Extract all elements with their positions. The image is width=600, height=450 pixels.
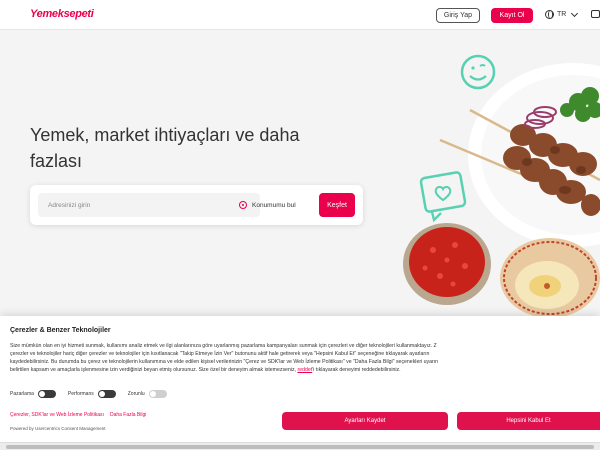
cookie-line-4: belirtilen kapsam ve amaçlarla işlenmesi…: [10, 366, 600, 374]
toggle-marketing[interactable]: Pazarlama: [10, 390, 56, 398]
locate-me-button[interactable]: Konumumu bul: [239, 201, 296, 209]
reddet-link[interactable]: reddet: [297, 367, 312, 373]
food-illustration: [403, 54, 600, 318]
chevron-down-icon: [571, 9, 579, 17]
cookie-title: Çerezler & Benzer Teknolojiler: [10, 327, 111, 334]
address-input[interactable]: [38, 193, 260, 217]
top-navigation-bar: Yemeksepeti Giriş Yap Kayıt Ol TR: [0, 0, 600, 30]
globe-icon: [545, 10, 554, 19]
save-settings-button[interactable]: Ayarları Kaydet: [282, 412, 448, 430]
scrollbar-thumb[interactable]: [6, 445, 594, 449]
location-target-icon: [239, 201, 247, 209]
language-selector[interactable]: TR: [545, 9, 579, 19]
language-label: TR: [557, 11, 567, 18]
discover-button[interactable]: Keşfet: [319, 193, 355, 217]
yemeksepeti-logo[interactable]: Yemeksepeti: [30, 8, 94, 20]
address-search-card: Konumumu bul Keşfet: [30, 185, 363, 225]
cookie-line-4-tail: 'i tıklayarak deneyimi reddedebilirsiniz…: [312, 367, 401, 373]
toggle-required: Zorunlu: [128, 390, 167, 398]
heart-chat-icon: [419, 171, 467, 223]
marketing-switch[interactable]: [37, 390, 56, 398]
smiley-icon: [460, 54, 496, 90]
cart-icon[interactable]: [591, 10, 600, 18]
policy-link[interactable]: Çerezler, SDK'lar ve Web İzleme Politika…: [10, 412, 104, 418]
performance-switch[interactable]: [97, 390, 116, 398]
signup-button[interactable]: Kayıt Ol: [491, 8, 533, 23]
toggle-performance[interactable]: Performans: [68, 390, 116, 398]
login-button[interactable]: Giriş Yap: [436, 8, 480, 23]
toggle-marketing-label: Pazarlama: [10, 391, 34, 397]
toggle-performance-label: Performans: [67, 391, 94, 397]
locate-me-label: Konumumu bul: [252, 201, 296, 209]
required-switch: [148, 390, 167, 398]
cookie-line-4-text: belirtilen kapsam ve amaçlarla işlenmesi…: [10, 367, 297, 373]
cookie-description: Size mümkün olan en iyi hizmeti sunmak, …: [10, 342, 600, 374]
cookie-links: Çerezler, SDK'lar ve Web İzleme Politika…: [10, 412, 146, 418]
accept-all-button[interactable]: Hepsini Kabul Et: [457, 412, 600, 430]
powered-by-text: Powered by Usercentrics Consent Manageme…: [10, 426, 106, 431]
cookie-line-2: çerezler ve teknolojiler hariç diğer çer…: [10, 351, 430, 357]
cookie-line-3: kaydedebilirsiniz. Bu durumda bu çerez v…: [10, 359, 439, 365]
more-info-link[interactable]: Daha Fazla Bilgi: [110, 412, 146, 418]
hero-title: Yemek, market ihtiyaçları ve daha fazlas…: [30, 125, 300, 171]
horizontal-scrollbar[interactable]: [0, 442, 600, 450]
consent-toggles: Pazarlama Performans Zorunlu: [10, 390, 167, 398]
cookie-consent-banner: Çerezler & Benzer Teknolojiler Size mümk…: [0, 316, 600, 450]
toggle-required-label: Zorunlu: [127, 391, 145, 397]
cookie-line-1: Size mümkün olan en iyi hizmeti sunmak, …: [10, 343, 437, 349]
